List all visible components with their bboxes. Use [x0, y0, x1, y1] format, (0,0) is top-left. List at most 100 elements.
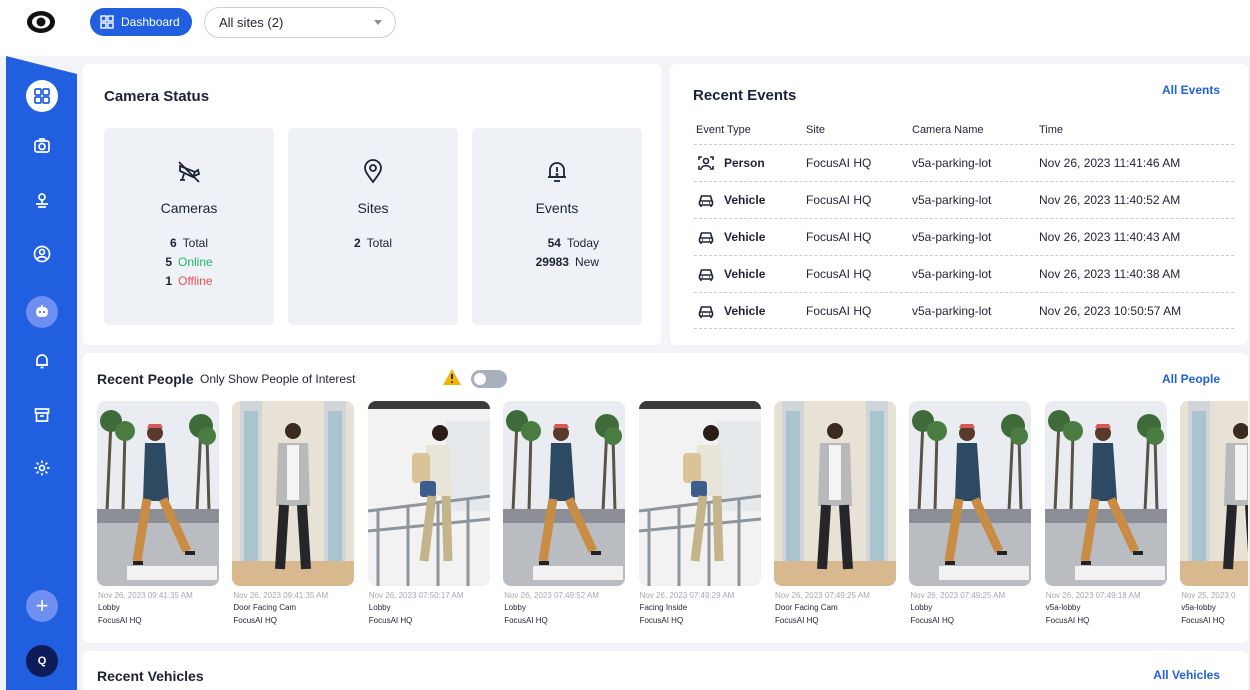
- column-header-event-type[interactable]: Event Type: [696, 124, 751, 136]
- cameras-stat-tile[interactable]: Cameras 6 Total 5 Online 1 Offline: [104, 128, 274, 325]
- sites-label: Sites: [357, 200, 389, 216]
- person-thumbnail[interactable]: [97, 401, 219, 586]
- person-thumbnail[interactable]: [1044, 401, 1167, 586]
- car-icon: [698, 269, 714, 281]
- sites-stat-tile[interactable]: Sites 2 Total: [288, 128, 458, 325]
- top-bar: Dashboard All sites (2): [0, 0, 1250, 56]
- sidebar-item-cameras[interactable]: [26, 130, 58, 162]
- person-site-name: FocusAI HQ: [1045, 616, 1090, 625]
- column-header-site[interactable]: Site: [806, 124, 825, 136]
- person-card[interactable]: Nov 26, 2023 09:41:35 AM Door Facing Cam F…: [232, 401, 356, 636]
- cameras-offline-label: Offline: [178, 274, 213, 288]
- sidebar-item-settings[interactable]: [26, 452, 58, 484]
- event-time: Nov 26, 2023 11:40:38 AM: [1039, 267, 1181, 281]
- person-scan-icon: [698, 156, 714, 170]
- person-card[interactable]: Nov 26, 2023 07:49:18 AM v5a-lobby FocusAI…: [1044, 401, 1169, 636]
- car-icon: [698, 305, 714, 318]
- event-site: FocusAI HQ: [806, 156, 872, 170]
- person-site-name: FocusAI HQ: [775, 616, 819, 625]
- event-row[interactable]: Vehicle FocusAI HQ v5a-parking-lot Nov 2…: [694, 181, 1234, 218]
- chevron-down-icon: [374, 20, 382, 25]
- all-events-link[interactable]: All Events: [1162, 83, 1220, 97]
- person-snapshot-image: [774, 401, 896, 586]
- recent-vehicles-card: Recent Vehicles All Vehicles: [83, 651, 1248, 690]
- events-today-label: Today: [566, 236, 599, 250]
- person-camera-name: Lobby: [368, 603, 391, 612]
- person-capture-time: Nov 26, 2023 07:49:29 AM: [639, 591, 735, 600]
- person-thumbnail[interactable]: [774, 401, 896, 586]
- event-type: Vehicle: [724, 230, 766, 244]
- sites-total-count: 2: [353, 236, 361, 250]
- person-card[interactable]: Nov 26, 2023 07:50:17 AM Lobby FocusAI HQ: [367, 401, 492, 636]
- person-thumbnail[interactable]: [1180, 401, 1248, 586]
- camera-status-card: Camera Status Cameras 6 Total 5 Online 1 Of…: [83, 64, 661, 345]
- event-row[interactable]: Vehicle FocusAI HQ v5a-parking-lot Nov 2…: [694, 255, 1234, 292]
- event-row[interactable]: Vehicle FocusAI HQ v5a-parking-lot Nov 2…: [694, 292, 1234, 329]
- sidebar-item-sites[interactable]: [26, 184, 58, 216]
- events-today-count: 54: [547, 236, 561, 250]
- sidebar-item-alerts[interactable]: [26, 345, 58, 377]
- site-selector[interactable]: All sites (2): [204, 7, 396, 38]
- camera-status-title: Camera Status: [104, 88, 210, 105]
- person-capture-time: Nov 26, 2023 07:49:25 AM: [775, 591, 870, 600]
- cameras-label: Cameras: [160, 200, 218, 216]
- person-snapshot-image: [367, 401, 490, 586]
- person-card[interactable]: Nov 26, 2023 07:49:52 AM Lobby FocusAI HQ: [503, 401, 627, 636]
- alert-bell-icon: [548, 162, 566, 182]
- event-row[interactable]: Vehicle FocusAI HQ v5a-parking-lot Nov 2…: [694, 218, 1234, 255]
- event-type: Vehicle: [724, 303, 766, 318]
- sites-total-label: Total: [366, 236, 393, 250]
- cameras-offline-count: 1: [165, 274, 173, 288]
- person-thumbnail[interactable]: [367, 401, 490, 586]
- person-icon: [33, 245, 51, 263]
- person-capture-time: Nov 26, 2023 07:50:17 AM: [368, 591, 464, 600]
- person-snapshot-image: [1044, 401, 1167, 586]
- person-site-name: FocusAI HQ: [504, 616, 548, 625]
- user-avatar[interactable]: Q: [26, 645, 58, 677]
- column-header-camera-name[interactable]: Camera Name: [912, 124, 984, 136]
- person-card[interactable]: Nov 26, 2023 07:49:25 AM Lobby FocusAI HQ: [909, 401, 1033, 636]
- dashboard-icon: [100, 15, 114, 29]
- person-thumbnail[interactable]: [232, 401, 355, 586]
- person-thumbnail[interactable]: [503, 401, 626, 586]
- person-site-name: FocusAI HQ: [1181, 616, 1225, 625]
- robot-icon: [36, 305, 48, 317]
- person-card[interactable]: Nov 26, 2023 07:49:25 AM Door Facing Cam F…: [774, 401, 898, 636]
- event-time: Nov 26, 2023 11:41:46 AM: [1039, 156, 1181, 170]
- all-people-link[interactable]: All People: [1162, 372, 1220, 386]
- person-snapshot-image: [232, 401, 355, 586]
- event-time: Nov 26, 2023 11:40:43 AM: [1039, 230, 1181, 244]
- event-camera: v5a-parking-lot: [912, 193, 992, 207]
- recent-people-card: Recent People Only Show People of Intere…: [83, 353, 1248, 643]
- eye-logo-icon[interactable]: [26, 9, 56, 35]
- person-card[interactable]: Nov 26, 2023 09:41:35 AM Lobby FocusAI HQ: [97, 401, 221, 636]
- event-type: Vehicle: [724, 267, 766, 281]
- cameras-total-label: Total: [182, 236, 209, 250]
- person-thumbnail[interactable]: [638, 401, 761, 586]
- sidebar-item-people[interactable]: [26, 238, 58, 270]
- add-button[interactable]: +: [26, 590, 58, 622]
- event-time: Nov 26, 2023 11:40:52 AM: [1039, 193, 1181, 207]
- dashboard-button[interactable]: Dashboard: [90, 8, 192, 36]
- column-header-time[interactable]: Time: [1039, 124, 1063, 136]
- person-snapshot-image: [1180, 401, 1248, 586]
- sidebar-item-archive[interactable]: [26, 399, 58, 431]
- people-of-interest-toggle[interactable]: [471, 370, 507, 388]
- bell-icon: [36, 354, 48, 369]
- all-vehicles-link[interactable]: All Vehicles: [1153, 668, 1220, 682]
- sidebar-item-ai-assistant[interactable]: [26, 296, 58, 328]
- events-stat-tile[interactable]: Events 54 Today 29983 New: [472, 128, 642, 325]
- person-camera-name: Door Facing Cam: [233, 603, 297, 612]
- sidebar-item-dashboard[interactable]: [26, 80, 58, 112]
- person-capture-time: Nov 25, 2023 0: [1181, 591, 1236, 600]
- person-camera-name: Lobby: [98, 603, 120, 612]
- person-card[interactable]: Nov 26, 2023 07:49:29 AM Facing Inside Foc…: [638, 401, 763, 636]
- sidebar: + Q: [6, 56, 77, 690]
- event-row[interactable]: Person FocusAI HQ v5a-parking-lot Nov 26…: [694, 144, 1234, 181]
- person-thumbnail[interactable]: [909, 401, 1032, 586]
- plus-icon: +: [35, 593, 49, 618]
- person-card[interactable]: Nov 25, 2023 0 v5a-lobby FocusAI HQ: [1180, 401, 1248, 636]
- warning-icon: [443, 369, 461, 385]
- events-new-label: New: [574, 255, 599, 269]
- event-camera: v5a-parking-lot: [912, 303, 992, 318]
